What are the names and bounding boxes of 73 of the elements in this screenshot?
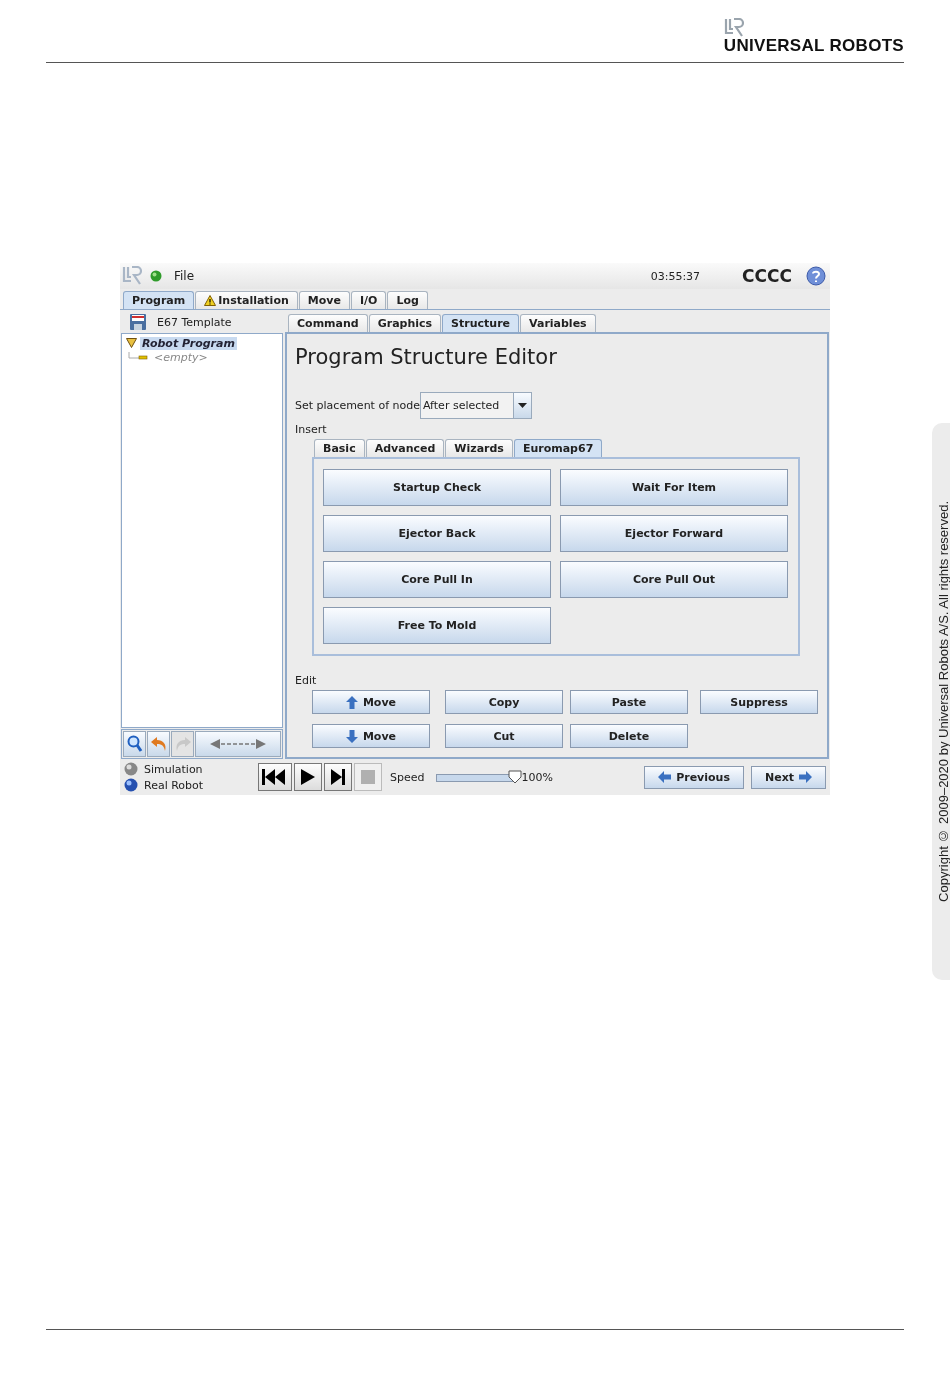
sub-tab[interactable]: Variables — [520, 314, 596, 332]
step-icon — [331, 769, 345, 785]
edit-button[interactable]: Delete — [570, 724, 688, 748]
insert-label: Insert — [295, 423, 328, 436]
insert-node-button[interactable]: Startup Check — [323, 469, 551, 506]
insert-node-button[interactable]: Ejector Back — [323, 515, 551, 552]
tree-node[interactable]: <empty> — [152, 350, 210, 364]
search-button[interactable] — [123, 731, 146, 757]
insert-tab[interactable]: Wizards — [445, 439, 513, 457]
speed-reading: 100% — [521, 770, 553, 784]
next-button[interactable]: Next — [750, 765, 826, 789]
placement-dropdown[interactable]: After selected — [420, 392, 533, 419]
rewind-icon — [262, 769, 288, 785]
play-button[interactable] — [294, 763, 322, 791]
mode-label: Simulation — [144, 762, 203, 776]
insert-node-button[interactable]: Ejector Forward — [560, 515, 788, 552]
edit-button[interactable]: Suppress — [700, 690, 818, 714]
sub-tab[interactable]: Graphics — [368, 314, 442, 332]
expander-icon[interactable] — [126, 338, 137, 348]
edit-button[interactable]: Paste — [570, 690, 688, 714]
mode-radio[interactable] — [124, 762, 138, 776]
down-arrow-icon — [345, 729, 358, 743]
caret-icon — [518, 403, 528, 408]
save-icon[interactable] — [129, 313, 147, 331]
robot-name: CCCC — [742, 266, 792, 286]
status-dot-icon — [150, 270, 162, 282]
speed-label: Speed — [390, 770, 425, 784]
stop-icon — [361, 770, 375, 784]
edit-button[interactable]: Copy — [445, 690, 563, 714]
step-button[interactable] — [324, 763, 352, 791]
main-tab[interactable]: Move — [298, 291, 350, 309]
edit-button[interactable]: Cut — [445, 724, 563, 748]
main-tab[interactable]: Log — [387, 291, 428, 309]
edit-button[interactable]: Move — [312, 690, 430, 714]
insert-tab[interactable]: Advanced — [365, 439, 445, 457]
slider-thumb[interactable] — [508, 769, 523, 784]
mode-radio[interactable] — [124, 778, 138, 792]
insert-node-button[interactable]: Free To Mold — [323, 607, 551, 644]
ur-logo-icon — [723, 18, 744, 38]
program-file-name: E67 Template — [157, 315, 232, 329]
clock-time: 03:55:37 — [650, 269, 701, 283]
right-arrow-icon — [799, 771, 812, 783]
insert-tab[interactable]: Euromap67 — [513, 439, 603, 457]
double-arrow-icon — [210, 738, 266, 750]
main-tab[interactable]: I/O — [350, 291, 387, 309]
undo-icon — [149, 736, 168, 752]
expand-collapse-button[interactable] — [195, 731, 281, 757]
rewind-button[interactable] — [258, 763, 292, 791]
main-tab[interactable]: Program — [123, 291, 195, 309]
tree-branch-icon — [127, 352, 149, 362]
sub-tab[interactable]: Structure — [442, 314, 520, 332]
placement-label: Set placement of node — [295, 399, 420, 412]
help-icon[interactable] — [806, 266, 826, 286]
editor-title: Program Structure Editor — [295, 345, 558, 369]
sub-tab[interactable]: Command — [288, 314, 368, 332]
tree-node[interactable]: Robot Program — [140, 336, 237, 350]
insert-tab[interactable]: Basic — [314, 439, 365, 457]
insert-node-button[interactable]: Wait For Item — [560, 469, 788, 506]
left-arrow-icon — [658, 771, 672, 783]
up-arrow-icon — [345, 695, 358, 709]
mode-label: Real Robot — [144, 778, 204, 792]
insert-node-button[interactable]: Core Pull In — [323, 561, 551, 598]
main-tab[interactable]: Installation — [195, 291, 298, 309]
edit-label: Edit — [295, 674, 318, 687]
previous-button[interactable]: Previous — [644, 765, 744, 789]
logo-wordmark: UNIVERSAL ROBOTS — [723, 36, 904, 56]
insert-node-button[interactable]: Core Pull Out — [560, 561, 788, 598]
file-menu[interactable]: File — [174, 269, 195, 283]
ur-logo-icon — [122, 266, 142, 286]
undo-button[interactable] — [147, 731, 170, 757]
search-icon — [126, 735, 143, 753]
edit-button[interactable]: Move — [312, 724, 430, 748]
play-icon — [301, 769, 315, 785]
